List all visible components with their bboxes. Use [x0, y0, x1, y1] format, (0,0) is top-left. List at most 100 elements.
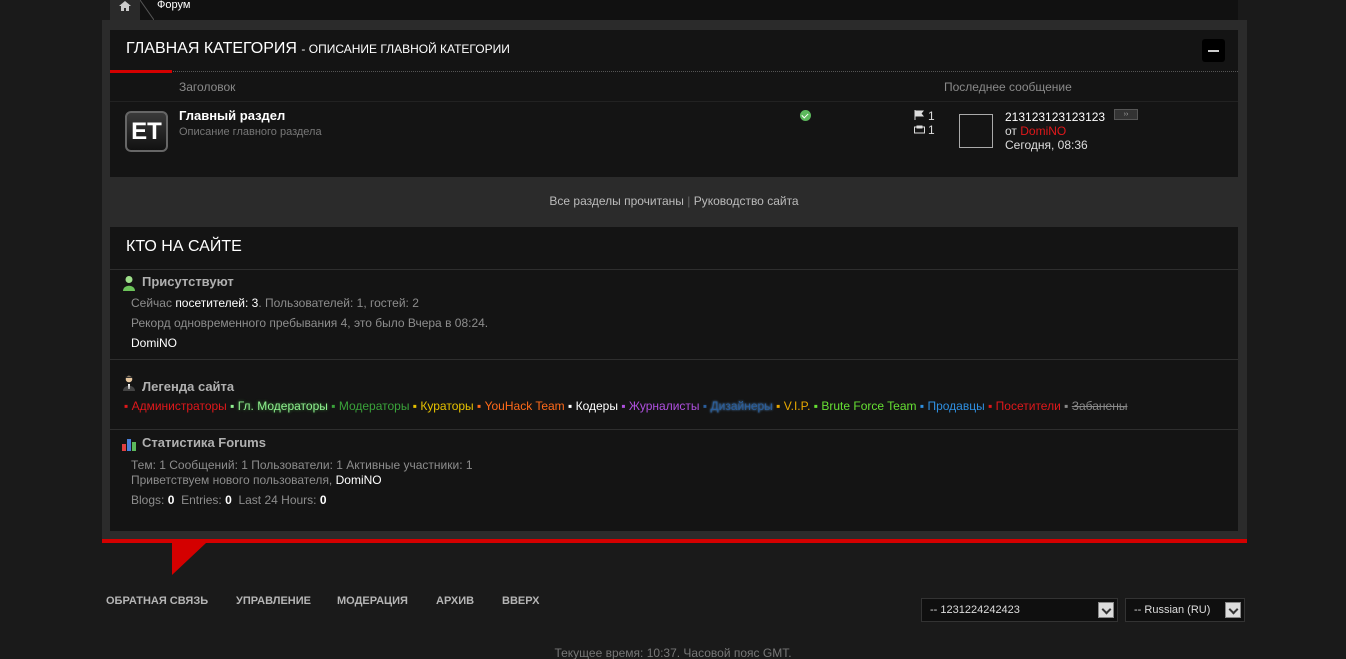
- mark-all-read-link[interactable]: Все разделы прочитаны: [549, 194, 684, 208]
- section-divider: [110, 269, 1238, 270]
- posts-icon: [914, 125, 925, 134]
- legend-bullet: ▪: [331, 399, 339, 413]
- breadcrumb-current[interactable]: Форум: [157, 0, 190, 11]
- footer-link-archive[interactable]: АРХИВ: [436, 595, 474, 607]
- breadcrumb-separator: [140, 0, 154, 20]
- legend-bullet: ▪: [477, 399, 485, 413]
- header-divider: [110, 71, 1238, 73]
- language-select[interactable]: -- Russian (RU): [1125, 598, 1245, 622]
- legend-bullet: ▪: [776, 399, 784, 413]
- online-user-link[interactable]: DomiNO: [131, 336, 177, 350]
- threads-count: 1: [928, 109, 935, 123]
- welcome-line: Приветствуем нового пользователя, DomiNO: [131, 473, 382, 487]
- stats-section-title: Статистика Forums: [142, 435, 266, 450]
- breadcrumb: Форум: [110, 0, 1238, 20]
- legend-bullet: ▪: [230, 399, 238, 413]
- last-post-title[interactable]: 213123123123123: [1005, 110, 1105, 124]
- posts-count: 1: [928, 123, 935, 137]
- legend-bullet: ▪: [568, 399, 576, 413]
- legend-item[interactable]: Гл. Модераторы: [238, 399, 328, 413]
- statistics-icon: [122, 439, 136, 451]
- goto-last-post-button[interactable]: ››: [1114, 109, 1138, 120]
- legend-bullet: ▪: [1064, 399, 1072, 413]
- online-summary-prefix: Сейчас: [131, 296, 172, 310]
- footer-accent-triangle: [172, 543, 206, 575]
- home-link[interactable]: [110, 0, 140, 20]
- legend-item[interactable]: V.I.P.: [784, 399, 811, 413]
- present-section-title: Присутствуют: [142, 274, 234, 289]
- legend-item[interactable]: Забанены: [1072, 399, 1128, 413]
- links-separator: |: [687, 194, 691, 208]
- legend-item[interactable]: Кодеры: [576, 399, 618, 413]
- style-select[interactable]: -- 1231224242423: [921, 598, 1118, 622]
- last-post-time: Сегодня, 08:36: [1005, 138, 1088, 152]
- last-post-avatar[interactable]: [959, 114, 993, 148]
- footer-link-moderation[interactable]: МОДЕРАЦИЯ: [337, 595, 408, 607]
- user-icon: [123, 276, 135, 291]
- home-icon: [119, 1, 131, 11]
- legend-item[interactable]: Продавцы: [927, 399, 984, 413]
- row-divider: [110, 101, 1238, 102]
- category-block: ГЛАВНАЯ КАТЕГОРИЯ - ОПИСАНИЕ ГЛАВНОЙ КАТ…: [110, 30, 1238, 177]
- new-user-link[interactable]: DomiNO: [336, 473, 382, 487]
- legend-item[interactable]: Модераторы: [339, 399, 410, 413]
- forum-description: Описание главного раздела: [179, 126, 322, 138]
- chevron-down-icon: [1098, 602, 1114, 618]
- legend-bullet: ▪: [124, 399, 132, 413]
- legend-section-title: Легенда сайта: [142, 379, 235, 394]
- category-description: - ОПИСАНИЕ ГЛАВНОЙ КАТЕГОРИИ: [301, 42, 510, 56]
- collapse-button[interactable]: [1202, 39, 1225, 62]
- entries-count: 0: [225, 493, 232, 507]
- category-title-text: ГЛАВНАЯ КАТЕГОРИЯ: [126, 40, 297, 57]
- visitors-label[interactable]: посетителей:: [175, 296, 248, 310]
- legend-item[interactable]: Администраторы: [132, 399, 227, 413]
- whos-online-title: КТО НА САЙТЕ: [126, 238, 242, 255]
- legend-item[interactable]: Журналисты: [629, 399, 700, 413]
- blog-stats: Blogs: 0 Entries: 0 Last 24 Hours: 0: [131, 493, 327, 507]
- last-post-user-link[interactable]: DomiNO: [1020, 124, 1066, 138]
- column-header-title: Заголовок: [179, 80, 236, 94]
- blogs-label: Blogs:: [131, 493, 165, 507]
- online-summary-rest: . Пользователей: 1, гостей: 2: [258, 296, 419, 310]
- chevron-down-icon: [1225, 602, 1241, 618]
- last-post-author: от DomiNO: [1005, 124, 1066, 138]
- footer-link-admin[interactable]: УПРАВЛЕНИЕ: [236, 595, 311, 607]
- legend-item[interactable]: YouHack Team: [485, 399, 565, 413]
- blogs-count: 0: [167, 493, 175, 507]
- section-divider: [110, 429, 1238, 430]
- footer-link-feedback[interactable]: ОБРАТНАЯ СВЯЗЬ: [106, 595, 208, 607]
- whos-online-block: КТО НА САЙТЕ Присутствуют Сейчас посетит…: [110, 227, 1238, 531]
- site-guide-link[interactable]: Руководство сайта: [694, 194, 799, 208]
- last24-count: 0: [319, 493, 327, 507]
- legend-bullet: ▪: [988, 399, 996, 413]
- language-select-value: -- Russian (RU): [1134, 604, 1211, 616]
- category-header: ГЛАВНАЯ КАТЕГОРИЯ - ОПИСАНИЕ ГЛАВНОЙ КАТ…: [110, 30, 1238, 72]
- staff-icon: [123, 375, 135, 391]
- footer-link-top[interactable]: ВВЕРХ: [502, 595, 539, 607]
- online-summary: Сейчас посетителей: 3. Пользователей: 1,…: [131, 296, 419, 310]
- legend-list: ▪ Администраторы ▪ Гл. Модераторы ▪ Моде…: [124, 399, 1127, 413]
- welcome-text: Приветствуем нового пользователя,: [131, 473, 333, 487]
- legend-item[interactable]: Посетители: [996, 399, 1061, 413]
- header-accent: [110, 70, 172, 73]
- online-record: Рекорд одновременного пребывания 4, это …: [131, 316, 489, 330]
- last24-label: Last 24 Hours:: [238, 493, 317, 507]
- legend-item[interactable]: Дизайнеры: [710, 399, 772, 413]
- legend-item[interactable]: Brute Force Team: [821, 399, 916, 413]
- section-divider: [110, 359, 1238, 360]
- last-post-by-prefix: от: [1005, 124, 1017, 138]
- column-header-last-post: Последнее сообщение: [944, 80, 1072, 94]
- legend-item[interactable]: Кураторы: [420, 399, 473, 413]
- style-select-value: -- 1231224242423: [930, 604, 1020, 616]
- threads-flag-icon: [914, 110, 924, 120]
- footer-accent-bar: [102, 539, 1247, 543]
- category-title[interactable]: ГЛАВНАЯ КАТЕГОРИЯ - ОПИСАНИЕ ГЛАВНОЙ КАТ…: [126, 40, 510, 58]
- entries-label: Entries:: [181, 493, 222, 507]
- current-time: Текущее время: 10:37. Часовой пояс GMT.: [554, 646, 792, 659]
- forum-links: Все разделы прочитаны | Руководство сайт…: [110, 194, 1238, 208]
- stats-counts: Тем: 1 Сообщений: 1 Пользователи: 1 Акти…: [131, 458, 473, 472]
- legend-bullet: ▪: [621, 399, 629, 413]
- forum-title-link[interactable]: Главный раздел: [179, 108, 285, 123]
- read-status-icon: [800, 110, 811, 121]
- forum-icon[interactable]: ET: [125, 111, 168, 152]
